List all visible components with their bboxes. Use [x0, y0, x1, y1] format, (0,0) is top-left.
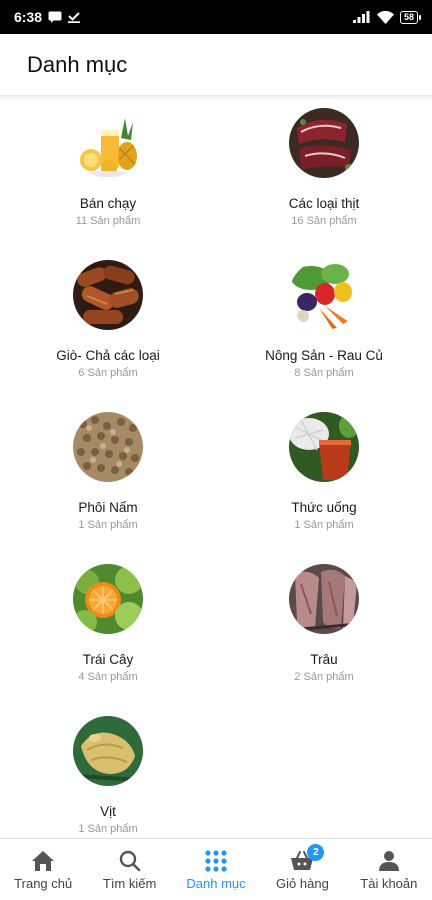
- nav-cart[interactable]: 2 Giỏ hàng: [259, 839, 345, 900]
- category-name: Phôi Nấm: [78, 500, 138, 515]
- message-icon: [48, 11, 62, 23]
- download-done-icon: [68, 11, 81, 23]
- category-item[interactable]: Trâu 2 Sản phẩm: [216, 562, 432, 714]
- category-count: 8 Sản phẩm: [294, 367, 354, 379]
- duck-image: [73, 716, 143, 786]
- cart-badge: 2: [307, 844, 325, 861]
- category-name: Thức uống: [291, 500, 357, 515]
- category-item[interactable]: Các loại thịt 16 Sản phẩm: [216, 106, 432, 258]
- category-name: Trâu: [310, 652, 338, 667]
- category-item[interactable]: Trái Cây 4 Sản phẩm: [0, 562, 216, 714]
- category-count: 2 Sản phẩm: [294, 671, 354, 683]
- category-item[interactable]: Phôi Nấm 1 Sản phẩm: [0, 410, 216, 562]
- category-item[interactable]: Bán chạy 11 Sản phẩm: [0, 106, 216, 258]
- nav-label: Giỏ hàng: [276, 876, 329, 891]
- status-time: 6:38: [14, 9, 43, 25]
- category-count: 1 Sản phẩm: [294, 519, 354, 531]
- sausage-image: [73, 260, 143, 330]
- nav-search[interactable]: Tìm kiếm: [86, 839, 172, 900]
- buffalo-meat-image: [289, 564, 359, 634]
- search-icon: [119, 848, 141, 874]
- vegetables-image: [289, 260, 359, 330]
- app-header: Danh mục: [0, 34, 432, 96]
- nav-account[interactable]: Tài khoản: [346, 839, 432, 900]
- status-bar: 6:38 58: [0, 0, 432, 34]
- drink-image: [289, 412, 359, 482]
- category-item[interactable]: Vịt 1 Sản phẩm: [0, 714, 216, 838]
- account-icon: [378, 848, 400, 874]
- category-name: Trái Cây: [82, 652, 134, 667]
- home-icon: [31, 848, 55, 874]
- wifi-icon: [376, 10, 394, 24]
- category-count: 16 Sản phẩm: [291, 215, 357, 227]
- cart-icon: 2: [290, 844, 325, 874]
- nav-label: Tài khoản: [360, 876, 418, 891]
- category-count: 1 Sản phẩm: [78, 519, 138, 531]
- juice-pineapple-image: [73, 108, 143, 178]
- nav-categories[interactable]: Danh mục: [173, 839, 259, 900]
- nav-label: Trang chủ: [14, 876, 73, 891]
- bottom-nav: Trang chủ Tìm kiếm Danh mục 2 Giỏ hàng T…: [0, 838, 432, 900]
- category-item[interactable]: Thức uống 1 Sản phẩm: [216, 410, 432, 562]
- category-count: 6 Sản phẩm: [78, 367, 138, 379]
- nav-home[interactable]: Trang chủ: [0, 839, 86, 900]
- category-name: Các loại thịt: [288, 196, 360, 211]
- category-list[interactable]: Bán chạy 11 Sản phẩm Các loại thịt 16 Sả…: [0, 96, 432, 838]
- category-count: 4 Sản phẩm: [78, 671, 138, 683]
- category-name: Nông Sản - Rau Củ: [265, 348, 383, 363]
- nav-label: Danh mục: [186, 876, 246, 891]
- category-name: Bán chạy: [79, 196, 137, 211]
- fruit-image: [73, 564, 143, 634]
- mushroom-spawn-image: [73, 412, 143, 482]
- meat-image: [289, 108, 359, 178]
- page-title: Danh mục: [27, 51, 128, 77]
- category-count: 1 Sản phẩm: [78, 823, 138, 835]
- grid-icon: [205, 848, 227, 874]
- category-item[interactable]: Giò- Chả các loại 6 Sản phẩm: [0, 258, 216, 410]
- nav-label: Tìm kiếm: [102, 876, 157, 891]
- category-name: Giò- Chả các loại: [56, 348, 160, 363]
- battery-icon: 58: [399, 10, 422, 24]
- category-name: Vịt: [100, 804, 116, 819]
- category-count: 11 Sản phẩm: [75, 215, 141, 227]
- signal-icon: [352, 11, 371, 23]
- category-item[interactable]: Nông Sản - Rau Củ 8 Sản phẩm: [216, 258, 432, 410]
